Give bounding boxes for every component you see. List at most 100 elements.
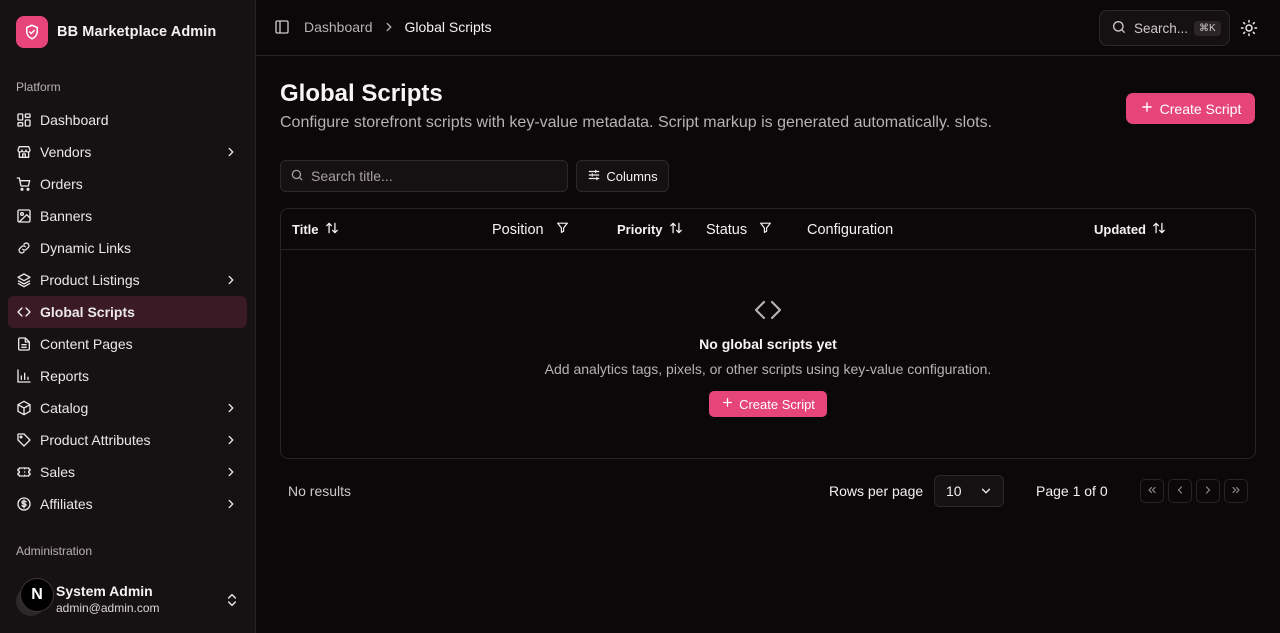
columns-button[interactable]: Columns bbox=[576, 160, 669, 192]
sidebar-item-product-listings[interactable]: Product Listings bbox=[8, 264, 247, 296]
sidebar-item-banners[interactable]: Banners bbox=[8, 200, 247, 232]
user-menu[interactable]: N System Admin admin@admin.com bbox=[16, 578, 248, 622]
last-page-button[interactable] bbox=[1224, 479, 1248, 503]
global-search-placeholder: Search... bbox=[1134, 20, 1189, 36]
code-icon bbox=[16, 304, 32, 320]
search-icon bbox=[290, 168, 304, 185]
store-icon bbox=[16, 144, 32, 160]
chevron-right-icon bbox=[223, 432, 239, 448]
column-header-label: Priority bbox=[617, 222, 663, 237]
sidebar-item-product-attributes[interactable]: Product Attributes bbox=[8, 424, 247, 456]
sidebar-item-catalog[interactable]: Catalog bbox=[8, 392, 247, 424]
link-icon bbox=[16, 240, 32, 256]
next-page-button[interactable] bbox=[1196, 479, 1220, 503]
plus-icon bbox=[721, 396, 734, 412]
sidebar-item-label: Global Scripts bbox=[40, 304, 135, 320]
tag-icon bbox=[16, 432, 32, 448]
section-label-platform: Platform bbox=[16, 80, 61, 94]
sidebar-item-reports[interactable]: Reports bbox=[8, 360, 247, 392]
chevron-right-icon bbox=[223, 496, 239, 512]
sidebar-item-label: Vendors bbox=[40, 144, 92, 160]
global-search-button[interactable]: Search... ⌘K bbox=[1099, 10, 1230, 46]
chevron-right-icon bbox=[382, 20, 396, 34]
sidebar-item-vendors[interactable]: Vendors bbox=[8, 136, 247, 168]
sidebar-item-label: Dynamic Links bbox=[40, 240, 132, 256]
sidebar: BB Marketplace Admin Platform Dashboard … bbox=[0, 0, 256, 633]
sort-icon bbox=[325, 221, 339, 238]
sidebar-item-affiliates[interactable]: Affiliates bbox=[8, 488, 247, 520]
file-text-icon bbox=[16, 336, 32, 352]
empty-state: No global scripts yet Add analytics tags… bbox=[281, 250, 1255, 458]
column-header-label: Status bbox=[706, 221, 748, 238]
sidebar-item-content-pages[interactable]: Content Pages bbox=[8, 328, 247, 360]
column-header-label: Title bbox=[292, 222, 319, 237]
cart-icon bbox=[16, 176, 32, 192]
sidebar-item-label: Catalog bbox=[40, 400, 89, 416]
sidebar-item-label: Banners bbox=[40, 208, 93, 224]
rows-per-page-label: Rows per page bbox=[829, 483, 924, 499]
sidebar-item-orders[interactable]: Orders bbox=[8, 168, 247, 200]
column-header-priority[interactable]: Priority bbox=[617, 209, 683, 250]
sort-icon bbox=[1152, 221, 1166, 238]
sidebar-item-label: Reports bbox=[40, 368, 90, 384]
column-header-label: Updated bbox=[1094, 222, 1146, 237]
page-title: Global Scripts bbox=[280, 80, 443, 107]
sidebar-item-sales[interactable]: Sales bbox=[8, 456, 247, 488]
ticket-icon bbox=[16, 464, 32, 480]
columns-label: Columns bbox=[606, 168, 658, 184]
chevrons-left-icon bbox=[1146, 483, 1158, 499]
sidebar-item-label: Orders bbox=[40, 176, 83, 192]
search-shortcut: ⌘K bbox=[1194, 20, 1221, 36]
sun-icon[interactable] bbox=[1240, 19, 1258, 37]
sidebar-item-label: Sales bbox=[40, 464, 76, 480]
sidebar-item-global-scripts[interactable]: Global Scripts bbox=[8, 296, 247, 328]
breadcrumb-current: Global Scripts bbox=[404, 19, 492, 35]
chevron-left-icon bbox=[1174, 483, 1186, 499]
chevrons-right-icon bbox=[1230, 483, 1242, 499]
page-description: Configure storefront scripts with key-va… bbox=[280, 114, 993, 131]
section-label-administration: Administration bbox=[16, 544, 93, 558]
sidebar-item-label: Affiliates bbox=[40, 496, 93, 512]
app-name: BB Marketplace Admin bbox=[57, 24, 217, 40]
code-icon bbox=[752, 294, 784, 326]
breadcrumb-link-dashboard[interactable]: Dashboard bbox=[304, 19, 373, 35]
empty-state-title: No global scripts yet bbox=[699, 336, 837, 352]
table-header: Title Position Priority Status Configura… bbox=[281, 209, 1255, 250]
chevron-right-icon bbox=[223, 400, 239, 416]
search-icon bbox=[1111, 19, 1127, 38]
sidebar-toggle-icon[interactable] bbox=[274, 19, 292, 37]
chevrons-up-down-icon bbox=[224, 592, 240, 611]
title-search-placeholder: Search title... bbox=[311, 168, 393, 184]
rows-per-page-select[interactable]: 10 bbox=[934, 475, 1004, 507]
bar-chart-icon bbox=[16, 368, 32, 384]
filter-icon[interactable] bbox=[759, 221, 772, 238]
chevron-right-icon bbox=[1202, 483, 1214, 499]
chevron-right-icon bbox=[223, 464, 239, 480]
previous-page-button[interactable] bbox=[1168, 479, 1192, 503]
empty-create-script-button[interactable]: Create Script bbox=[709, 391, 827, 417]
column-header-updated[interactable]: Updated bbox=[1094, 209, 1166, 250]
column-header-label: Configuration bbox=[807, 221, 894, 238]
filter-icon[interactable] bbox=[556, 221, 569, 238]
scripts-table: Title Position Priority Status Configura… bbox=[280, 208, 1256, 459]
package-icon bbox=[16, 400, 32, 416]
user-email: admin@admin.com bbox=[56, 601, 160, 615]
empty-state-description: Add analytics tags, pixels, or other scr… bbox=[544, 361, 992, 377]
sidebar-item-dashboard[interactable]: Dashboard bbox=[8, 104, 247, 136]
column-header-title[interactable]: Title bbox=[292, 209, 339, 250]
empty-create-script-label: Create Script bbox=[739, 396, 815, 412]
sidebar-item-label: Product Attributes bbox=[40, 432, 151, 448]
column-header-position[interactable]: Position bbox=[492, 209, 569, 250]
user-info: System Admin admin@admin.com bbox=[56, 583, 160, 615]
chevron-right-icon bbox=[223, 144, 239, 160]
column-header-status[interactable]: Status bbox=[706, 209, 772, 250]
chevron-right-icon bbox=[223, 272, 239, 288]
sidebar-item-label: Dashboard bbox=[40, 112, 109, 128]
results-status: No results bbox=[288, 483, 352, 499]
shield-check-icon bbox=[16, 16, 48, 48]
sidebar-item-dynamic-links[interactable]: Dynamic Links bbox=[8, 232, 247, 264]
title-search-input[interactable]: Search title... bbox=[280, 160, 568, 192]
brand[interactable]: BB Marketplace Admin bbox=[16, 16, 216, 48]
create-script-button[interactable]: Create Script bbox=[1126, 93, 1255, 124]
first-page-button[interactable] bbox=[1140, 479, 1164, 503]
